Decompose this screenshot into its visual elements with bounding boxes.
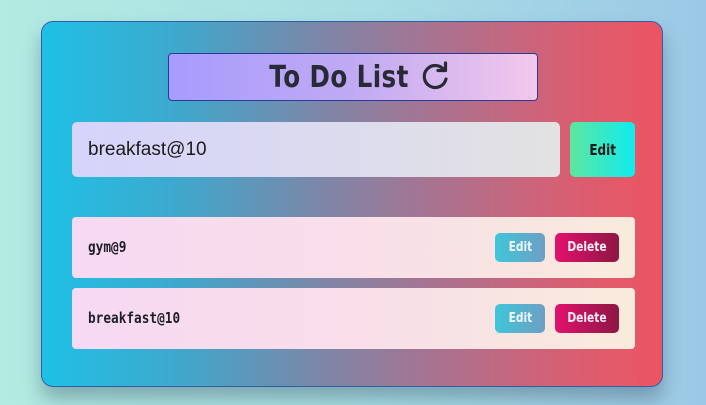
item-delete-button[interactable]: Delete [555, 233, 619, 262]
todo-card: To Do List Edit gym@9 Edit Delete breakf… [41, 21, 663, 387]
list-item: breakfast@10 Edit Delete [72, 288, 635, 349]
title-box: To Do List [168, 53, 538, 101]
todo-list: gym@9 Edit Delete breakfast@10 Edit Dele… [72, 217, 635, 359]
todo-text: gym@9 [88, 238, 127, 256]
item-delete-button-label: Delete [567, 240, 607, 255]
edit-task-button[interactable]: Edit [570, 122, 635, 177]
page-title: To Do List [269, 59, 409, 95]
task-input[interactable] [72, 122, 560, 177]
item-edit-button[interactable]: Edit [495, 304, 545, 333]
edit-task-button-label: Edit [589, 140, 616, 159]
item-edit-button[interactable]: Edit [495, 233, 545, 262]
todo-text: breakfast@10 [88, 309, 181, 327]
item-edit-button-label: Edit [508, 240, 532, 255]
refresh-icon[interactable] [418, 60, 452, 94]
item-edit-button-label: Edit [508, 311, 532, 326]
item-delete-button-label: Delete [567, 311, 607, 326]
item-delete-button[interactable]: Delete [555, 304, 619, 333]
list-item: gym@9 Edit Delete [72, 217, 635, 278]
